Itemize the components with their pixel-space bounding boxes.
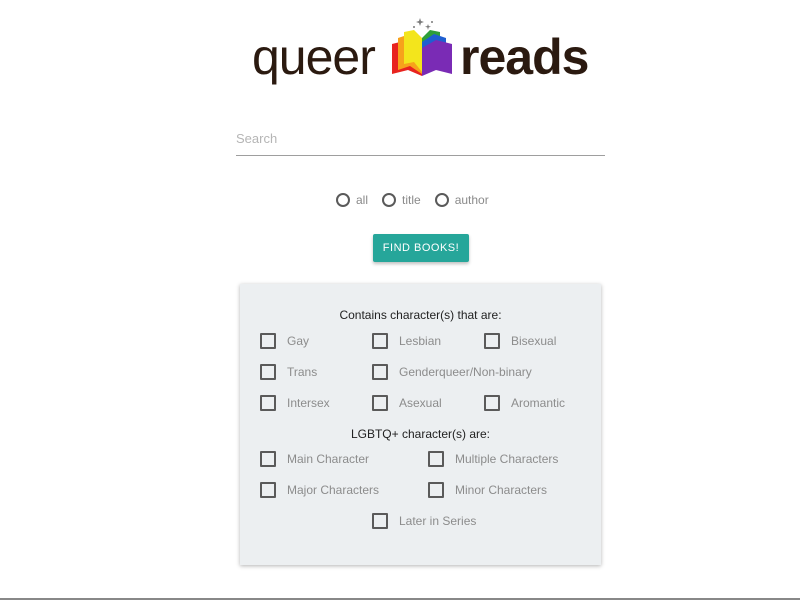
checkbox-label-minor-characters: Minor Characters [455, 483, 548, 497]
checkbox-label-major-characters: Major Characters [287, 483, 380, 497]
search-input[interactable] [236, 122, 605, 156]
role-heading: LGBTQ+ character(s) are: [350, 427, 491, 441]
search-field-wrapper [236, 122, 605, 157]
radio-circle-icon [336, 193, 350, 207]
checkbox-label-gay: Gay [287, 334, 310, 348]
checkbox-trans[interactable]: Trans [260, 364, 317, 380]
checkbox-label-bisexual: Bisexual [511, 334, 557, 348]
checkbox-major-characters[interactable]: Major Characters [260, 482, 379, 498]
checkbox-icon [428, 482, 444, 498]
checkbox-icon [260, 451, 276, 467]
filter-card: Contains character(s) that are: Gay Lesb… [240, 284, 601, 565]
checkbox-label-aromantic: Aromantic [511, 396, 566, 410]
checkbox-icon [484, 333, 500, 349]
checkbox-icon [260, 482, 276, 498]
radio-all[interactable]: all [336, 193, 368, 207]
logo-word-queer: queer [252, 29, 376, 85]
checkbox-icon [372, 513, 388, 529]
checkbox-icon [372, 333, 388, 349]
identity-heading: Contains character(s) that are: [339, 308, 502, 322]
checkbox-icon [428, 451, 444, 467]
checkbox-icon [260, 364, 276, 380]
checkbox-minor-characters[interactable]: Minor Characters [428, 482, 547, 498]
checkbox-icon [260, 333, 276, 349]
checkbox-label-later-in-series: Later in Series [399, 514, 477, 528]
rainbow-book-icon [392, 18, 452, 76]
checkbox-aromantic[interactable]: Aromantic [484, 395, 565, 411]
checkbox-label-multiple-characters: Multiple Characters [455, 452, 559, 466]
checkbox-icon [484, 395, 500, 411]
checkbox-main-character[interactable]: Main Character [260, 451, 369, 467]
radio-author[interactable]: author [434, 193, 489, 207]
radio-label-all: all [356, 193, 369, 207]
checkbox-icon [260, 395, 276, 411]
checkbox-later-in-series[interactable]: Later in Series [372, 513, 476, 529]
checkbox-icon [372, 364, 388, 380]
checkbox-icon [372, 395, 388, 411]
logo-word-reads: reads [460, 29, 589, 85]
checkbox-bisexual[interactable]: Bisexual [484, 333, 556, 349]
queer-reads-logo: queer reads [252, 18, 592, 88]
checkbox-label-main-character: Main Character [287, 452, 370, 466]
radio-label-author: author [454, 193, 489, 207]
checkbox-label-trans: Trans [287, 365, 318, 379]
radio-title[interactable]: title [382, 193, 421, 207]
checkbox-asexual[interactable]: Asexual [372, 395, 442, 411]
radio-circle-icon [434, 193, 449, 207]
checkbox-multiple-characters[interactable]: Multiple Characters [428, 451, 558, 467]
checkbox-label-lesbian: Lesbian [399, 334, 442, 348]
checkbox-intersex[interactable]: Intersex [260, 395, 330, 411]
radio-circle-icon [382, 193, 397, 207]
find-books-button[interactable]: FIND BOOKS! [373, 234, 469, 262]
checkbox-gay[interactable]: Gay [260, 333, 309, 349]
checkbox-label-asexual: Asexual [399, 396, 442, 410]
checkbox-lesbian[interactable]: Lesbian [372, 333, 441, 349]
checkbox-genderqueer[interactable]: Genderqueer/Non-binary [372, 364, 532, 380]
search-by-radio-group: all title author [336, 191, 503, 209]
checkbox-label-intersex: Intersex [287, 396, 330, 410]
checkbox-label-genderqueer: Genderqueer/Non-binary [399, 365, 532, 379]
radio-label-title: title [402, 193, 421, 207]
